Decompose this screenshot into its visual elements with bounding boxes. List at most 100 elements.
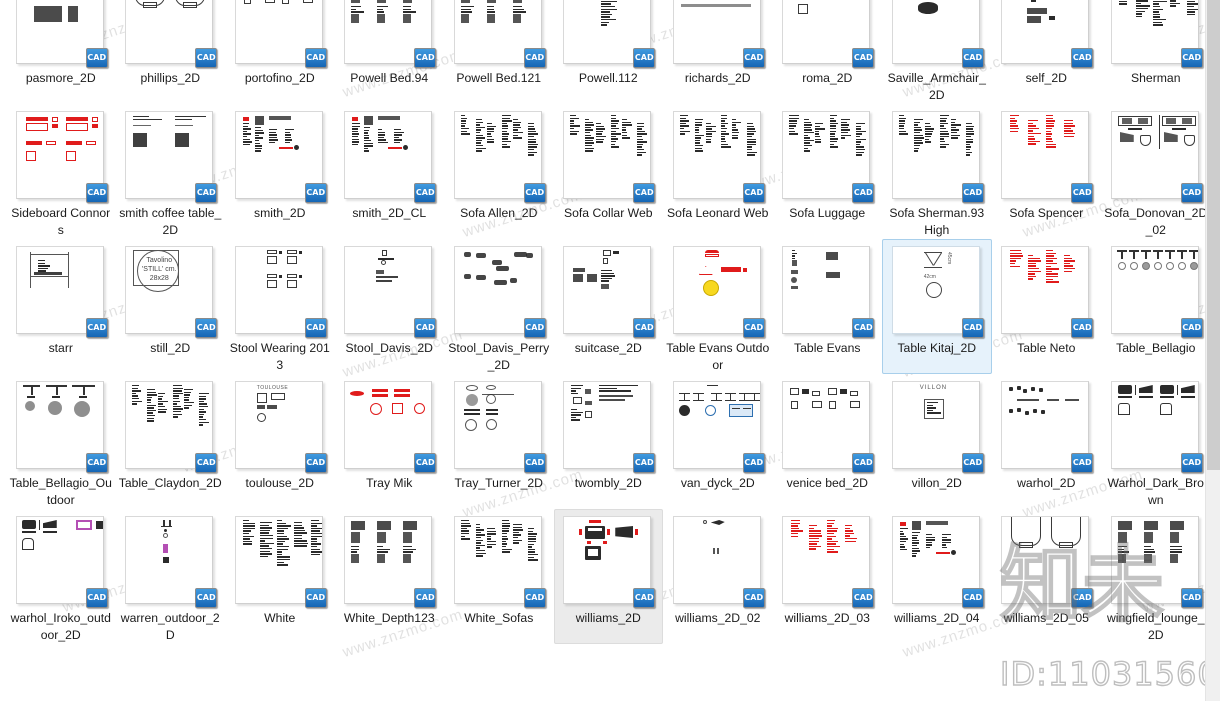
vertical-scrollbar[interactable] [1205,0,1220,701]
thumbnail[interactable]: CAD [1110,516,1203,608]
grid-item[interactable]: CAD warren_outdoor_2D [116,509,226,644]
thumbnail[interactable]: CAD [1001,0,1094,68]
thumbnail[interactable]: CAD [344,381,437,473]
grid-item[interactable]: CAD Stool_Davis_2D [335,239,445,374]
thumbnail[interactable]: CAD [1110,0,1203,68]
thumbnail[interactable]: CAD [125,516,218,608]
thumbnail[interactable]: CAD [234,0,327,68]
grid-item[interactable]: CAD pasmore_2D [6,0,116,104]
thumbnail[interactable]: CAD [782,516,875,608]
thumbnail[interactable]: CAD [453,111,546,203]
grid-item[interactable]: CAD Table_Bellagio [1101,239,1211,374]
thumbnail[interactable]: CAD [672,246,765,338]
thumbnail[interactable]: CAD [891,111,984,203]
thumbnail[interactable]: CAD [344,516,437,608]
grid-item[interactable]: CAD warhol_2D [992,374,1102,509]
thumbnail[interactable]: CAD [563,0,656,68]
thumbnail[interactable]: CAD [1110,381,1203,473]
thumbnail[interactable]: CAD [125,381,218,473]
grid-item[interactable]: CAD smith_2D [225,104,335,239]
grid-item[interactable]: CAD White_Depth123 [335,509,445,644]
grid-item[interactable]: CAD Table_Bellagio_Outdoor [6,374,116,509]
thumbnail[interactable]: CAD [563,381,656,473]
grid-item[interactable]: CAD williams_2D_03 [773,509,883,644]
grid-item[interactable]: TOULOUSE CAD toulouse_2D [225,374,335,509]
thumbnail[interactable]: CAD [782,111,875,203]
thumbnail[interactable]: CAD [344,111,437,203]
thumbnail[interactable]: CAD [672,381,765,473]
thumbnail[interactable]: CAD [15,0,108,68]
thumbnail[interactable]: TOULOUSE CAD [234,381,327,473]
thumbnail[interactable]: CAD [1110,111,1203,203]
thumbnail[interactable]: CAD [1001,381,1094,473]
grid-item[interactable]: CAD suitcase_2D [554,239,664,374]
grid-item[interactable]: CAD starr [6,239,116,374]
grid-item[interactable]: CAD Powell Bed.94 [335,0,445,104]
grid-item[interactable]: CAD Table_Claydon_2D [116,374,226,509]
thumbnail[interactable]: CAD [15,111,108,203]
thumbnail[interactable]: CAD [782,381,875,473]
thumbnail[interactable]: CAD [234,246,327,338]
grid-item[interactable]: CAD phillips_2D [116,0,226,104]
grid-item[interactable]: CAD Table Evans Outdoor [663,239,773,374]
thumbnail[interactable]: CAD [453,516,546,608]
grid-item[interactable]: CAD williams_2D [553,509,663,644]
thumbnail[interactable]: CAD [15,246,108,338]
grid-item[interactable]: CAD williams_2D_05 [992,509,1102,644]
grid-item[interactable]: CAD venice bed_2D [773,374,883,509]
thumbnail[interactable]: CAD [782,0,875,68]
thumbnail[interactable]: CAD [1110,246,1203,338]
grid-item[interactable]: CAD Tray_Turner_2D [444,374,554,509]
grid-item[interactable]: CAD Sofa Leonard Web [663,104,773,239]
thumbnail[interactable]: VILLON CAD [891,381,984,473]
thumbnail[interactable]: CAD [15,516,108,608]
grid-item[interactable]: CAD van_dyck_2D [663,374,773,509]
thumbnail[interactable]: CAD [1001,516,1094,608]
grid-item[interactable]: CAD Sherman [1101,0,1211,104]
grid-item[interactable]: CAD Sofa Luggage [773,104,883,239]
grid-item[interactable]: Tavolino 'STILL' cm. 28x28 CAD still_2D [116,239,226,374]
grid-item[interactable]: CAD Powell Bed.121 [444,0,554,104]
thumbnail[interactable]: CAD [891,516,984,608]
grid-item[interactable]: CAD Warhol_Dark_Brown [1101,374,1211,509]
grid-item[interactable]: CAD Sofa Spencer [992,104,1102,239]
grid-item[interactable]: CAD Stool Wearing 2013 [225,239,335,374]
grid-item[interactable]: CAD Table Evans [773,239,883,374]
grid-item[interactable]: CAD Sofa Sherman.93 High [882,104,992,239]
thumbnail[interactable]: CAD [234,111,327,203]
thumbnail[interactable]: CAD [563,516,656,608]
thumbnail[interactable]: CAD [125,0,218,68]
thumbnail[interactable]: CAD [1001,111,1094,203]
thumbnail[interactable]: CAD [672,111,765,203]
grid-item[interactable]: CAD smith_2D_CL [335,104,445,239]
grid-item[interactable]: CAD richards_2D [663,0,773,104]
grid-item[interactable]: CAD Table Neto [992,239,1102,374]
grid-item[interactable]: CAD Sofa Allen_2D [444,104,554,239]
grid-item[interactable]: CAD warhol_Iroko_outdoor_2D [6,509,116,644]
grid-item[interactable]: CAD roma_2D [773,0,883,104]
grid-item[interactable]: VILLON CAD villon_2D [882,374,992,509]
thumbnail[interactable]: 45cm 42cm CAD [891,246,984,338]
thumbnail[interactable]: CAD [344,0,437,68]
thumbnail[interactable]: CAD [563,111,656,203]
grid-item[interactable]: CAD Sideboard Connors [6,104,116,239]
grid-item[interactable]: CAD portofino_2D [225,0,335,104]
scrollbar-thumb[interactable] [1207,0,1220,470]
thumbnail[interactable]: CAD [672,0,765,68]
thumbnail[interactable]: CAD [453,0,546,68]
grid-item[interactable]: CAD williams_2D_04 [882,509,992,644]
thumbnail-grid[interactable]: CAD pasmore_2D CAD phillips_2D CAD portofino_… [0,0,1207,644]
thumbnail[interactable]: Tavolino 'STILL' cm. 28x28 CAD [125,246,218,338]
grid-item[interactable]: CAD wingfield_lounge_2D [1101,509,1211,644]
thumbnail[interactable]: CAD [234,516,327,608]
thumbnail[interactable]: CAD [782,246,875,338]
grid-item[interactable]: CAD White_Sofas [444,509,554,644]
thumbnail[interactable]: CAD [125,111,218,203]
grid-item[interactable]: CAD smith coffee table_2D [116,104,226,239]
thumbnail[interactable]: CAD [453,246,546,338]
thumbnail[interactable]: CAD [563,246,656,338]
grid-item[interactable]: CAD williams_2D_02 [663,509,773,644]
thumbnail[interactable]: CAD [453,381,546,473]
grid-item[interactable]: 45cm 42cm CAD Table Kitaj_2D [882,239,992,374]
thumbnail[interactable]: CAD [1001,246,1094,338]
